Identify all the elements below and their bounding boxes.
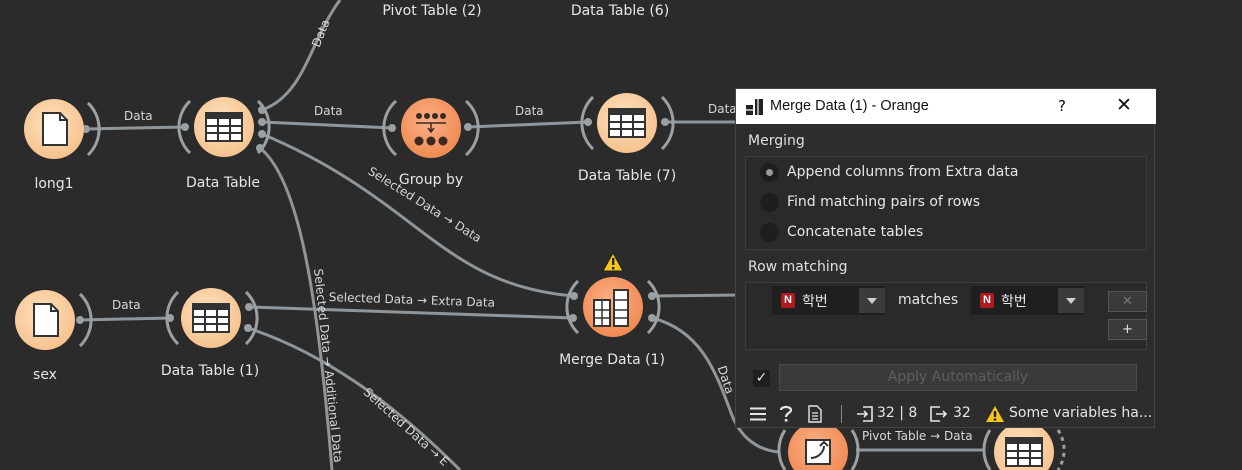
node-label-long1: long1	[34, 176, 74, 192]
left-variable-select[interactable]: N 학번	[772, 286, 885, 315]
edge-label: Data	[124, 109, 153, 123]
node-sex[interactable]	[15, 290, 75, 350]
node-data-table[interactable]	[194, 97, 254, 157]
right-variable-value: 학번	[1001, 294, 1027, 310]
chevron-down-icon[interactable]	[1058, 288, 1084, 313]
node-data-table-7[interactable]	[597, 93, 657, 153]
edge-sex-table1[interactable]	[79, 316, 171, 322]
node-label-data-table-1: Data Table (1)	[160, 363, 260, 379]
remove-row-button[interactable]: ✕	[1108, 291, 1147, 312]
row-matching-header: Row matching	[748, 259, 848, 275]
input-icon	[857, 406, 873, 422]
node-pivot-out[interactable]	[788, 422, 848, 470]
node-label-data-table-6: Data Table (6)	[570, 3, 670, 19]
dialog-titlebar[interactable]: Merge Data (1) - Orange ? ✕	[736, 89, 1156, 124]
file-icon	[33, 303, 59, 337]
input-summary[interactable]: 32 | 8	[877, 405, 917, 421]
node-label-data-table: Data Table	[185, 175, 261, 191]
numeric-variable-icon: N	[980, 293, 994, 308]
node-group-by[interactable]	[401, 98, 461, 158]
edge-table-top[interactable]	[261, 0, 342, 112]
merging-options: Append columns from Extra data Find matc…	[745, 156, 1147, 250]
edge-groupby-table7[interactable]	[467, 120, 589, 129]
edge-long1-table[interactable]	[85, 125, 186, 131]
add-row-button[interactable]: +	[1108, 319, 1147, 340]
edge-table-groupby[interactable]	[261, 120, 393, 130]
table-icon	[192, 303, 230, 333]
separator	[841, 405, 842, 423]
left-variable-value: 학번	[802, 294, 828, 310]
radio-append-columns[interactable]	[760, 163, 779, 182]
warning-message[interactable]: Some variables ha...	[1009, 405, 1152, 421]
warning-icon	[602, 251, 624, 272]
report-icon[interactable]	[808, 405, 822, 423]
right-variable-select[interactable]: N 학번	[971, 286, 1084, 315]
node-long1[interactable]	[24, 99, 84, 159]
radio-label-concatenate[interactable]: Concatenate tables	[787, 224, 923, 240]
edge-label: Pivot Table → Data	[862, 429, 973, 443]
close-button[interactable]: ✕	[1116, 94, 1132, 116]
radio-concatenate[interactable]	[760, 223, 779, 242]
merging-header: Merging	[748, 133, 805, 149]
matches-label: matches	[898, 292, 959, 308]
edge-label: Data	[708, 102, 737, 116]
numeric-variable-icon: N	[781, 293, 795, 308]
radio-label-find-matching[interactable]: Find matching pairs of rows	[787, 194, 980, 210]
help-button[interactable]: ?	[1058, 97, 1066, 115]
chevron-down-icon[interactable]	[859, 288, 885, 313]
node-data-table-out[interactable]	[994, 422, 1054, 470]
edge-label: Data	[314, 104, 343, 118]
radio-find-matching[interactable]	[760, 193, 779, 212]
output-summary[interactable]: 32	[953, 405, 971, 421]
merge-data-dialog: Merge Data (1) - Orange ? ✕ Merging Appe…	[735, 88, 1156, 429]
file-icon	[42, 112, 68, 146]
table-icon	[608, 108, 646, 138]
node-label-merge-data-1: Merge Data (1)	[559, 352, 665, 368]
edge-merge-right[interactable]	[651, 293, 741, 298]
node-data-table-1[interactable]	[181, 288, 241, 348]
node-merge-data-1[interactable]	[583, 251, 643, 337]
radio-label-append-columns[interactable]: Append columns from Extra data	[787, 164, 1018, 180]
edge-label: Data	[112, 298, 141, 312]
warning-icon	[986, 406, 1004, 422]
output-icon	[930, 406, 948, 422]
row-matching-box: N 학번 matches N 학번 ✕ +	[745, 282, 1147, 350]
edge-selected-extra[interactable]	[248, 305, 574, 320]
apply-automatically-checkbox[interactable]: ✓	[753, 370, 770, 387]
edge-label: Data	[515, 104, 544, 118]
node-label-sex: sex	[33, 367, 57, 383]
status-bar: 32 | 8 32 Some variables ha...	[736, 399, 1156, 429]
table-icon	[205, 112, 243, 142]
help-icon[interactable]	[778, 405, 794, 423]
node-label-pivot-table-2: Pivot Table (2)	[382, 3, 482, 19]
apply-automatically-button[interactable]: Apply Automatically	[779, 364, 1137, 391]
dialog-title: Merge Data (1) - Orange	[770, 98, 929, 114]
menu-icon[interactable]	[750, 407, 766, 421]
node-label-data-table-7: Data Table (7)	[577, 168, 677, 184]
merge-data-icon	[746, 99, 763, 115]
